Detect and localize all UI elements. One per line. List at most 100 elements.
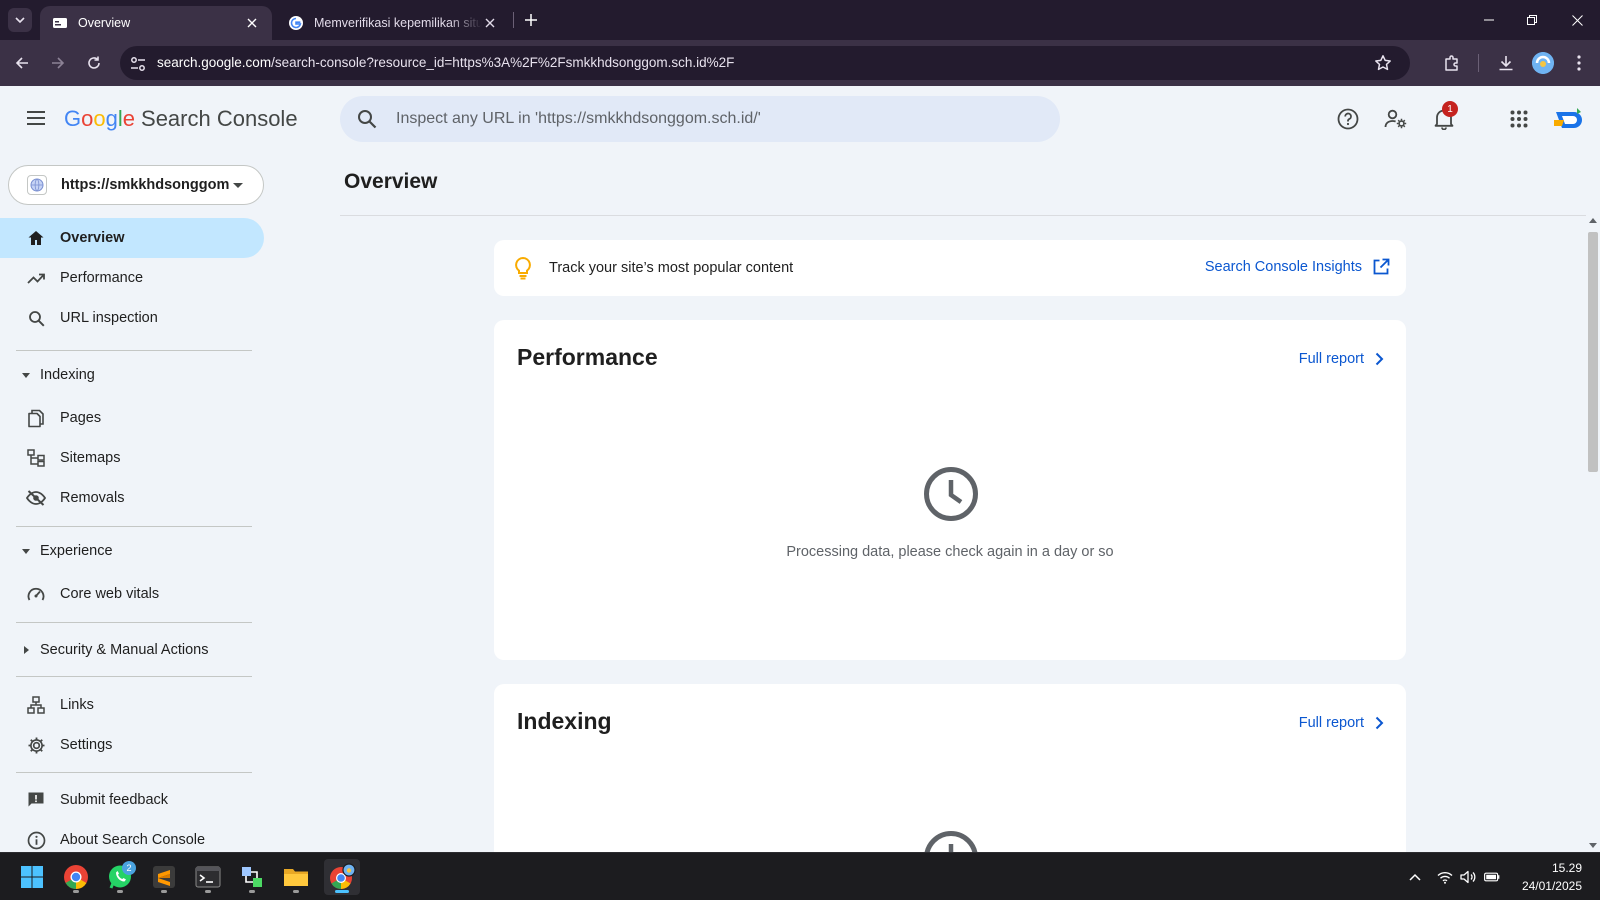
terminal-icon [195,866,221,888]
sidebar-item-core-web-vitals[interactable]: Core web vitals [0,574,264,614]
sidebar-item-pages[interactable]: Pages [0,398,264,438]
reload-button[interactable] [82,51,106,75]
logo-letter: o [81,106,94,131]
back-button[interactable] [10,51,34,75]
property-selector[interactable]: https://smkkhdsonggom.sch.id/ [8,165,264,205]
taskbar-file-explorer[interactable] [278,859,314,895]
whatsapp-unread-badge: 2 [122,861,136,875]
puzzle-icon [1445,55,1458,71]
taskbar-chrome-profile[interactable] [324,859,360,895]
chevron-right-icon [1375,352,1384,366]
sidebar-item-label: Sitemaps [60,450,121,466]
visibility-off-icon [26,488,46,508]
search-console-insights-link[interactable]: Search Console Insights [1205,258,1390,276]
search-input[interactable] [396,96,1036,142]
show-hidden-icons-button[interactable] [1407,869,1423,885]
sidebar-section-security[interactable]: Security & Manual Actions [0,632,264,668]
running-indicator [73,890,79,893]
search-icon [26,308,46,328]
folder-icon [284,869,308,886]
close-tab-icon[interactable] [482,15,498,31]
taskbar-chrome[interactable] [58,859,94,895]
sidebar-item-label: Removals [60,490,125,506]
sidebar-item-submit-feedback[interactable]: Submit feedback [0,780,264,820]
sidebar-nav: https://smkkhdsonggom.sch.id/ Overview P… [0,154,268,852]
sidebar-section-experience[interactable]: Experience [0,533,264,569]
full-report-label: Full report [1298,715,1364,731]
insights-link-label: Search Console Insights [1204,259,1362,275]
page-scrollbar[interactable] [1586,216,1600,852]
info-icon [26,830,46,850]
section-label: Indexing [40,367,95,383]
close-window-button[interactable] [1554,0,1600,40]
browser-tab-overview[interactable]: Overview [40,6,272,40]
bookmark-star-icon[interactable] [1374,54,1392,72]
restore-button[interactable] [1509,0,1555,40]
sidebar-item-settings[interactable]: Settings [0,725,264,765]
indexing-full-report-link[interactable]: Full report [1299,714,1388,732]
address-bar[interactable]: search.google.com/search-console?resourc… [120,46,1410,80]
extensions-button[interactable] [1441,52,1463,74]
sidebar-item-label: Submit feedback [60,792,169,808]
help-button[interactable] [1335,106,1361,132]
url-inspection-search[interactable] [340,96,1060,142]
arrow-right-icon [52,57,65,69]
property-name: https://smkkhdsonggom.sch.id/ [61,177,229,193]
account-avatar[interactable] [1552,106,1584,134]
sidebar-item-performance[interactable]: Performance [0,258,264,298]
sidebar-item-about[interactable]: About Search Console [0,820,264,852]
google-favicon [289,16,303,30]
main-menu-icon[interactable] [24,106,48,130]
battery-status[interactable] [1484,869,1500,885]
site-settings-icon[interactable] [128,54,148,74]
tab-title: Overview [78,16,131,30]
volume-status[interactable] [1460,869,1476,885]
url-text: search.google.com/search-console?resourc… [157,55,734,70]
scroll-thumb[interactable] [1588,232,1598,472]
performance-full-report-link[interactable]: Full report [1299,350,1388,368]
sidebar-item-sitemaps[interactable]: Sitemaps [0,438,264,478]
sidebar-item-links[interactable]: Links [0,685,264,725]
clock-icon [924,831,978,852]
sidebar-item-removals[interactable]: Removals [0,478,264,518]
page-title: Overview [344,170,438,193]
sidebar-section-indexing[interactable]: Indexing [0,357,264,393]
gear-icon [26,735,46,755]
account-logo-icon [1554,108,1582,128]
product-logo[interactable]: Google Search Console [64,106,298,132]
expand-arrow-icon [24,646,29,654]
sidebar-item-url-inspection[interactable]: URL inspection [0,298,264,338]
profile-avatar[interactable] [1532,52,1554,74]
manage-users-button[interactable] [1383,106,1409,132]
taskbar-network-tool[interactable] [234,859,270,895]
start-button[interactable] [14,859,50,895]
browser-menu-button[interactable] [1568,52,1590,74]
browser-tab-verify[interactable]: Memverifikasi kepemilikan situs [276,6,510,40]
tab-search-button[interactable] [8,8,32,32]
minimize-button[interactable] [1466,0,1512,40]
taskbar-terminal[interactable] [190,859,226,895]
wifi-status[interactable] [1437,869,1453,885]
collapse-arrow-icon [22,373,30,378]
forward-button[interactable] [46,51,70,75]
links-icon [26,695,46,715]
nav-divider [16,526,252,527]
close-tab-icon[interactable] [244,15,260,31]
section-label: Security & Manual Actions [40,642,209,658]
scroll-up-arrow-icon[interactable] [1589,218,1597,223]
manage-accounts-icon [1384,109,1407,129]
sidebar-item-overview[interactable]: Overview [0,218,264,258]
scroll-down-arrow-icon[interactable] [1589,843,1597,848]
title-divider [340,215,1586,216]
taskbar-whatsapp[interactable]: 2 [102,859,138,895]
new-tab-button[interactable] [521,10,541,30]
google-apps-button[interactable] [1506,106,1532,132]
globe-icon [27,175,47,195]
download-icon [1499,56,1513,71]
pages-icon [26,408,46,428]
clock-time[interactable]: 15.29 [1552,861,1582,875]
nav-divider [16,676,252,677]
downloads-button[interactable] [1495,52,1517,74]
clock-date[interactable]: 24/01/2025 [1522,879,1582,893]
taskbar-sublime-text[interactable] [146,859,182,895]
